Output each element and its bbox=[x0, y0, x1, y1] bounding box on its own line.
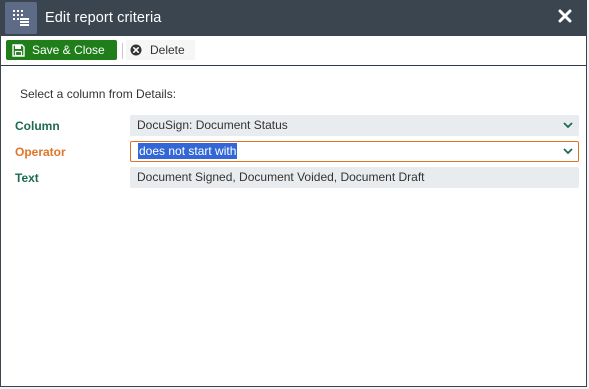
dialog-title: Edit report criteria bbox=[45, 10, 162, 26]
chevron-down-icon bbox=[563, 122, 573, 129]
text-label: Text bbox=[15, 171, 39, 185]
instruction-text: Select a column from Details: bbox=[20, 87, 177, 101]
delete-label: Delete bbox=[150, 43, 185, 57]
dialog-toolbar: Save & Close Delete bbox=[1, 36, 586, 66]
close-icon[interactable] bbox=[558, 9, 572, 23]
edit-report-criteria-dialog: Edit report criteria Save & Close Delete… bbox=[0, 0, 587, 387]
toolbar-divider bbox=[122, 43, 123, 59]
report-filter-icon bbox=[5, 2, 37, 34]
text-input[interactable]: Document Signed, Document Voided, Docume… bbox=[130, 167, 579, 188]
column-label: Column bbox=[15, 119, 60, 133]
save-close-label: Save & Close bbox=[32, 43, 105, 57]
operator-select[interactable]: does not start with bbox=[130, 141, 579, 162]
chevron-down-icon bbox=[563, 148, 573, 155]
save-icon bbox=[12, 43, 25, 57]
delete-icon bbox=[130, 44, 142, 56]
save-close-button[interactable]: Save & Close bbox=[6, 40, 117, 60]
column-select[interactable]: DocuSign: Document Status bbox=[130, 115, 579, 136]
delete-button[interactable]: Delete bbox=[126, 40, 195, 60]
operator-label: Operator bbox=[15, 145, 66, 159]
text-value: Document Signed, Document Voided, Docume… bbox=[137, 170, 425, 184]
dialog-titlebar: Edit report criteria bbox=[1, 1, 586, 36]
column-value: DocuSign: Document Status bbox=[137, 118, 288, 132]
operator-value: does not start with bbox=[138, 143, 238, 159]
